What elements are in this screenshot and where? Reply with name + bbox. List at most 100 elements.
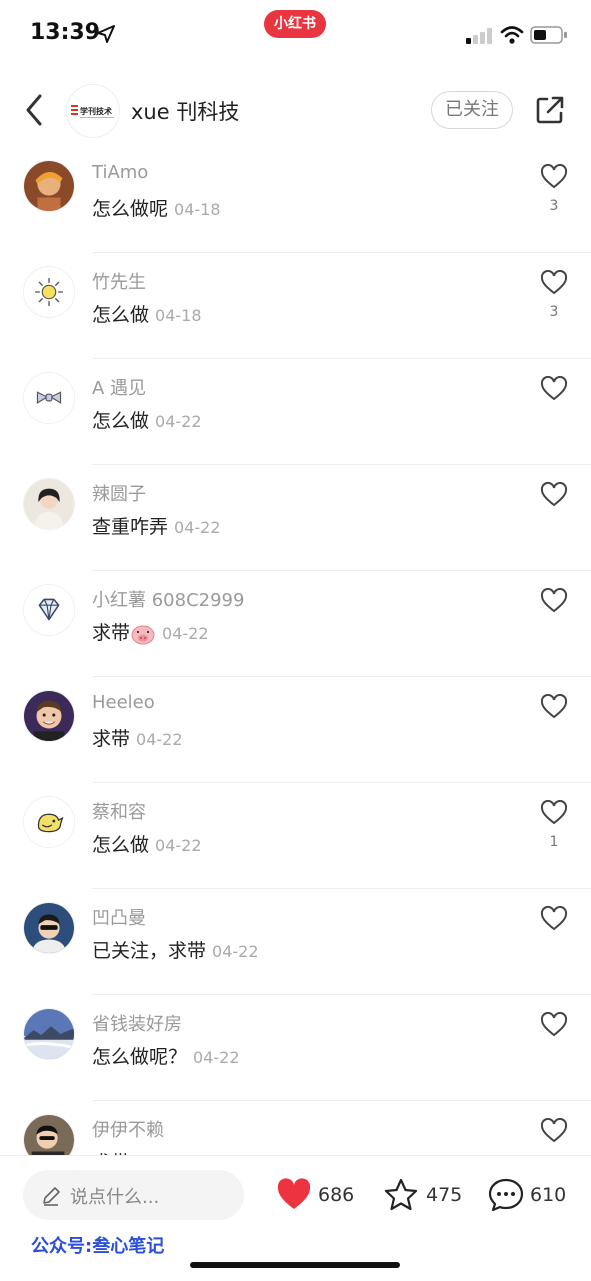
comment-text[interactable]: 怎么做呢？ 04-22 — [92, 1042, 240, 1069]
comment-item: 辣圆子 查重咋弄 04-22 — [0, 466, 591, 571]
comment-body: 查重咋弄 — [92, 516, 169, 538]
like-button[interactable]: 686 — [276, 1178, 360, 1214]
heart-icon[interactable] — [540, 800, 568, 826]
comment-username[interactable]: 小红薯 608C2999 — [92, 586, 244, 612]
comment-text[interactable]: 怎么做呢 04-18 — [92, 194, 221, 221]
heart-icon[interactable] — [540, 694, 568, 720]
heart-icon[interactable] — [540, 270, 568, 296]
comment-item: A 遇见 怎么做 04-22 — [0, 360, 591, 465]
comment-bubble-icon — [488, 1178, 524, 1212]
comment-item: 省钱装好房 怎么做呢？ 04-22 — [0, 996, 591, 1101]
comment-username[interactable]: 辣圆子 — [92, 480, 146, 506]
author-avatar[interactable]: 学刊技术 — [66, 84, 120, 138]
author-logo-icon: 学刊技术 — [71, 105, 114, 118]
divider — [92, 464, 591, 465]
comment-date: 04-22 — [212, 942, 259, 961]
avatar[interactable] — [23, 266, 75, 318]
back-arrow-icon[interactable] — [20, 92, 50, 128]
comment-username[interactable]: TiAmo — [92, 162, 148, 183]
comment-input-placeholder: 说点什么... — [70, 1187, 160, 1208]
divider — [92, 676, 591, 677]
comment-date: 04-22 — [155, 836, 202, 855]
like-count: 1 — [549, 834, 559, 850]
heart-icon[interactable] — [540, 376, 568, 402]
comment-username[interactable]: 省钱装好房 — [92, 1010, 182, 1036]
comment-text[interactable]: 求带04-22 — [92, 724, 183, 751]
comment-input[interactable]: 说点什么... — [23, 1170, 244, 1220]
heart-filled-icon — [277, 1178, 311, 1209]
divider — [92, 252, 591, 253]
heart-icon[interactable] — [540, 164, 568, 190]
pen-icon — [43, 1187, 60, 1206]
comment-username[interactable]: A 遇见 — [92, 374, 146, 400]
avatar[interactable] — [23, 1008, 75, 1060]
comment-date: 04-18 — [174, 200, 221, 219]
watermark-text: 公众号:叁心笔记 — [31, 1236, 165, 1257]
follow-button[interactable]: 已关注 — [431, 91, 513, 129]
heart-icon[interactable] — [540, 482, 568, 508]
comment-item: 蔡和容 怎么做 04-22 1 — [0, 784, 591, 889]
comment-body: 求带 — [92, 728, 131, 750]
comment-username[interactable]: 凹凸曼 — [92, 904, 146, 930]
divider — [92, 994, 591, 995]
comment-text[interactable]: 求带04-22 — [92, 1148, 183, 1155]
comment-text[interactable]: 怎么做 04-22 — [92, 830, 202, 857]
bottom-action-bar: 说点什么... 686 475 610 公众号:叁心笔记 — [0, 1155, 591, 1281]
comment-body: 已关注，求带 — [92, 940, 207, 962]
avatar[interactable] — [23, 372, 75, 424]
comment-username[interactable]: 伊伊不赖 — [92, 1116, 164, 1142]
comment-text[interactable]: 求带 04-22 — [92, 618, 209, 645]
avatar[interactable] — [23, 160, 75, 212]
divider — [92, 888, 591, 889]
comment-button[interactable]: 610 — [488, 1178, 572, 1214]
comment-count: 610 — [530, 1184, 567, 1206]
avatar[interactable] — [23, 1114, 75, 1155]
collect-count: 475 — [426, 1184, 463, 1206]
avatar[interactable] — [23, 796, 75, 848]
comment-username[interactable]: Heeleo — [92, 692, 155, 713]
like-count: 3 — [549, 304, 559, 320]
battery-icon — [530, 26, 567, 44]
divider — [92, 782, 591, 783]
status-time: 13:39 — [30, 20, 101, 45]
avatar[interactable] — [23, 584, 75, 636]
comment-body: 怎么做呢？ — [92, 1046, 188, 1068]
share-icon[interactable] — [534, 94, 566, 126]
comment-item: 小红薯 608C2999 求带 04-22 — [0, 572, 591, 677]
comment-username[interactable]: 竹先生 — [92, 268, 146, 294]
avatar[interactable] — [23, 690, 75, 742]
avatar[interactable] — [23, 478, 75, 530]
like-count-total: 686 — [318, 1184, 355, 1206]
status-bar: 13:39 小红书 — [0, 0, 591, 70]
comment-date: 04-22 — [174, 518, 221, 537]
home-indicator[interactable] — [190, 1262, 400, 1268]
heart-icon[interactable] — [540, 906, 568, 932]
heart-icon[interactable] — [540, 1118, 568, 1144]
comment-item: 竹先生 怎么做 04-18 3 — [0, 254, 591, 359]
author-name[interactable]: xue 刊科技 — [131, 96, 239, 126]
heart-icon[interactable] — [540, 588, 568, 614]
comment-text[interactable]: 已关注，求带 04-22 — [92, 936, 259, 963]
star-icon — [384, 1178, 418, 1211]
location-arrow-icon — [97, 25, 115, 43]
avatar[interactable] — [23, 902, 75, 954]
comment-text[interactable]: 查重咋弄 04-22 — [92, 512, 221, 539]
divider — [92, 570, 591, 571]
comment-body: 怎么做呢 — [92, 198, 169, 220]
comment-item: 伊伊不赖 求带04-22 — [0, 1102, 591, 1155]
collect-button[interactable]: 475 — [383, 1178, 467, 1214]
divider — [92, 358, 591, 359]
comment-date: 04-22 — [162, 624, 209, 643]
nav-header: 学刊技术 xue 刊科技 已关注 — [0, 70, 591, 150]
heart-icon[interactable] — [540, 1012, 568, 1038]
signal-icon — [466, 28, 492, 44]
comment-body: 求带 — [92, 622, 131, 644]
comment-body: 怎么做 — [92, 410, 150, 432]
comment-text[interactable]: 怎么做 04-18 — [92, 300, 202, 327]
comment-list[interactable]: TiAmo 怎么做呢 04-18 3 竹先生 怎么做 04-18 3 A 遇见 怎么… — [0, 148, 591, 1155]
comment-username[interactable]: 蔡和容 — [92, 798, 146, 824]
pig-emoji-icon — [131, 625, 155, 644]
comment-text[interactable]: 怎么做 04-22 — [92, 406, 202, 433]
comment-body: 怎么做 — [92, 304, 150, 326]
comment-body: 怎么做 — [92, 834, 150, 856]
